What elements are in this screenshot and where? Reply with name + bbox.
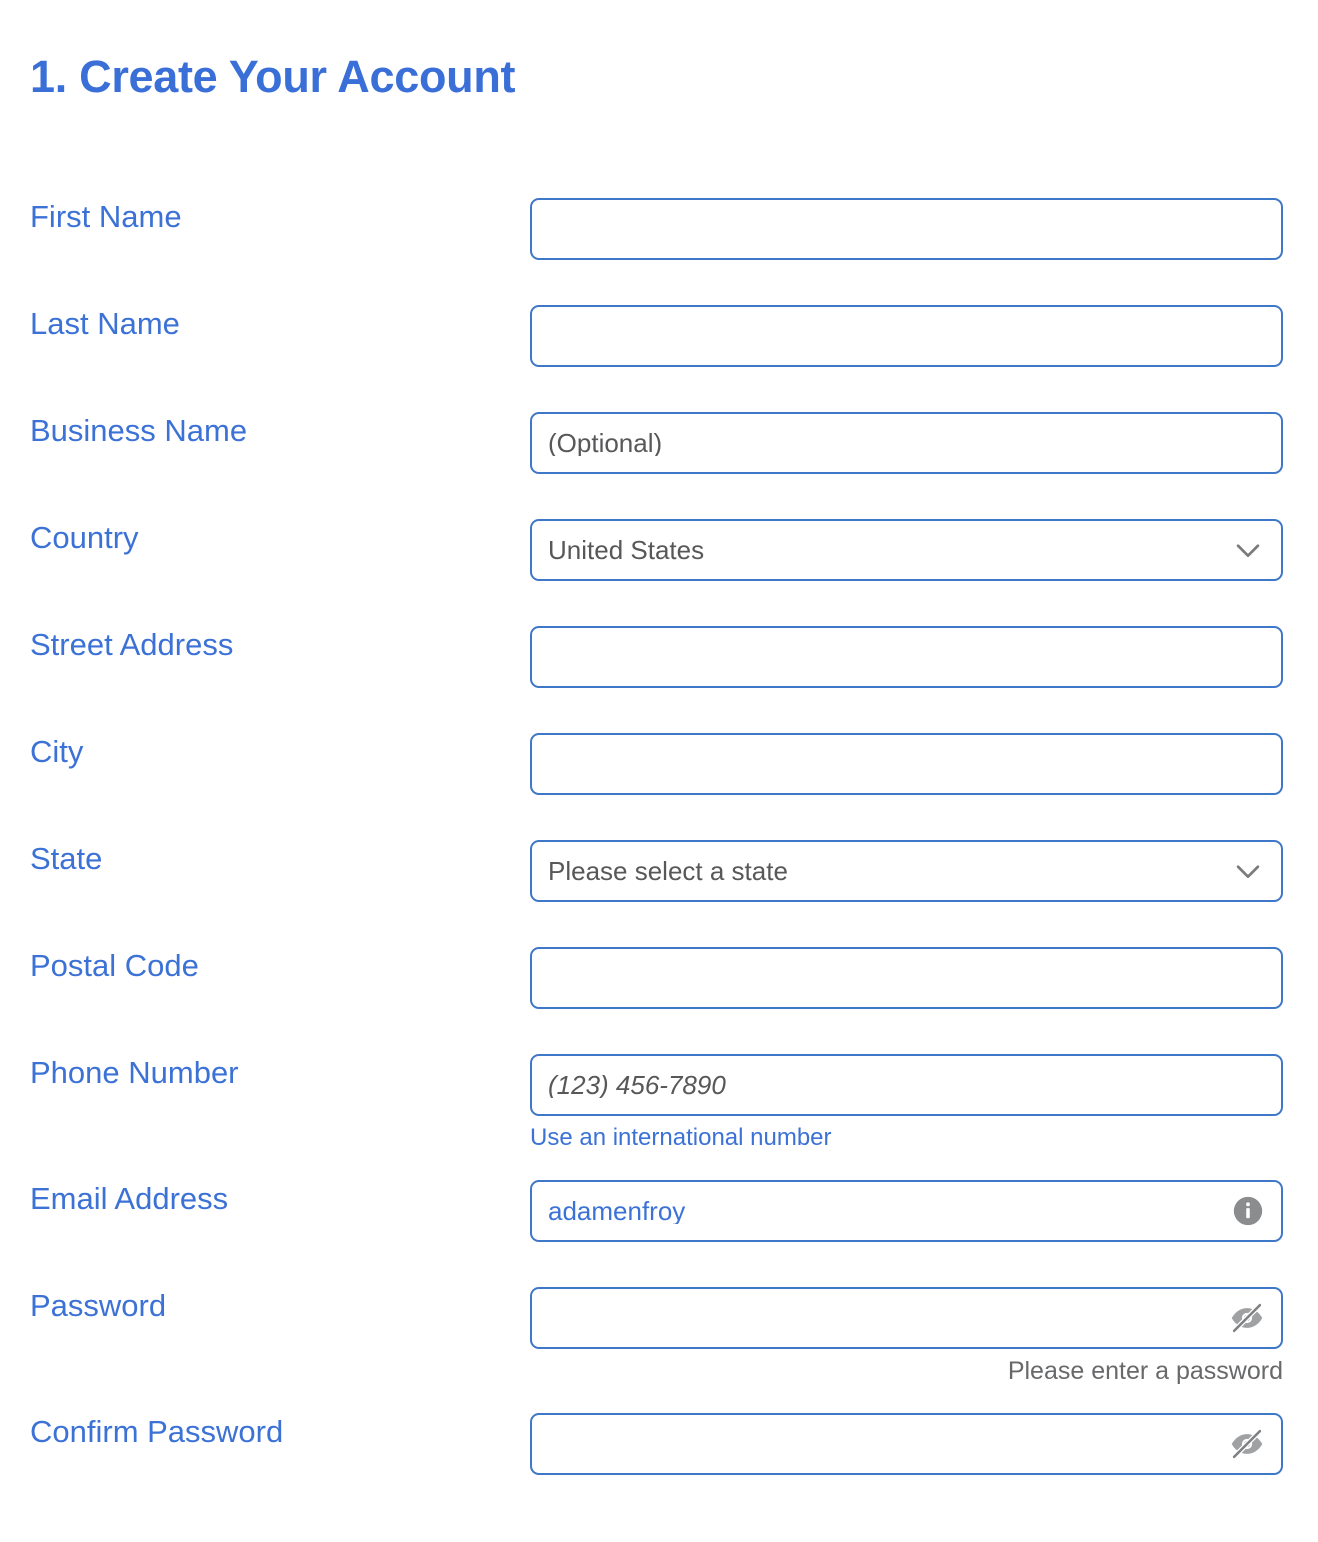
field-label: First Name xyxy=(30,199,182,234)
form-row: Postal Code xyxy=(0,929,1318,1036)
input-city[interactable] xyxy=(530,733,1283,795)
create-account-form: First Name Last Name Business Name (Optiona… xyxy=(0,180,1318,1502)
field-label: Last Name xyxy=(30,306,180,341)
field-label: State xyxy=(30,841,103,876)
input-postal-code[interactable] xyxy=(530,947,1283,1009)
form-row: City xyxy=(0,715,1318,822)
form-row: Email Address adamenfroy xyxy=(0,1162,1318,1269)
chevron-down-icon xyxy=(1236,865,1260,879)
form-row: Country United States xyxy=(0,501,1318,608)
password-help-text: Please enter a password xyxy=(1007,1357,1283,1385)
form-row: State Please select a state xyxy=(0,822,1318,929)
field-label: Confirm Password xyxy=(30,1414,284,1449)
select-state[interactable]: Please select a state xyxy=(530,840,1283,902)
field-label: Business Name xyxy=(30,413,248,448)
form-row: Business Name (Optional) xyxy=(0,394,1318,501)
field-value: adamenfroy xyxy=(548,1198,686,1224)
field-label: Email Address xyxy=(30,1181,229,1216)
field-value: Please select a state xyxy=(548,858,788,884)
input-password[interactable] xyxy=(530,1287,1283,1349)
form-row: Phone Number (123) 456-7890 Use an interna… xyxy=(0,1036,1318,1162)
select-country[interactable]: United States xyxy=(530,519,1283,581)
eye-off-icon[interactable] xyxy=(1229,1300,1265,1336)
field-label: Street Address xyxy=(30,627,234,662)
form-row: Street Address xyxy=(0,608,1318,715)
input-business-name[interactable]: (Optional) xyxy=(530,412,1283,474)
input-last-name[interactable] xyxy=(530,305,1283,367)
form-row: Password Please enter a password xyxy=(0,1269,1318,1395)
international-number-link[interactable]: Use an international number xyxy=(530,1124,832,1152)
field-label: Password xyxy=(30,1288,167,1323)
form-row: Last Name xyxy=(0,287,1318,394)
field-value: United States xyxy=(548,537,705,563)
field-label: Country xyxy=(30,520,139,555)
input-street-address[interactable] xyxy=(530,626,1283,688)
field-label: City xyxy=(30,734,84,769)
input-first-name[interactable] xyxy=(530,198,1283,260)
field-label: Postal Code xyxy=(30,948,199,983)
field-placeholder: (Optional) xyxy=(548,430,663,456)
input-phone-number[interactable]: (123) 456-7890 xyxy=(530,1054,1283,1116)
signup-page: 1. Create Your Account First Name Last Na… xyxy=(0,0,1318,1542)
field-label: Phone Number xyxy=(30,1055,239,1090)
input-email-address[interactable]: adamenfroy xyxy=(530,1180,1283,1242)
field-placeholder: (123) 456-7890 xyxy=(548,1072,726,1098)
form-row: First Name xyxy=(0,180,1318,287)
info-icon[interactable] xyxy=(1231,1194,1265,1228)
input-confirm-password[interactable] xyxy=(530,1413,1283,1475)
form-row: Confirm Password xyxy=(0,1395,1318,1502)
page-title: 1. Create Your Account xyxy=(30,51,516,103)
eye-off-icon[interactable] xyxy=(1229,1426,1265,1462)
chevron-down-icon xyxy=(1236,544,1260,558)
